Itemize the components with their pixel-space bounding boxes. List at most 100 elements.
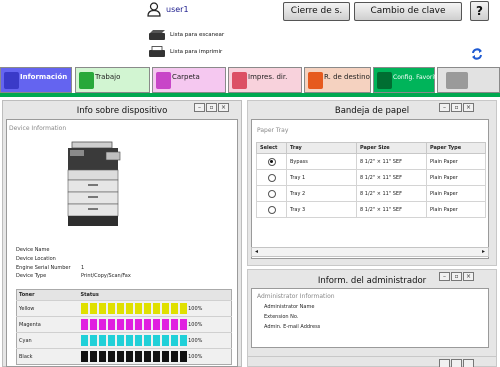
paper-type: Plain Paper (426, 185, 486, 202)
select-header: Select (256, 142, 287, 154)
job-icon (79, 72, 94, 89)
toner-segment (98, 319, 106, 330)
close-button[interactable]: × (218, 103, 229, 112)
tab-folder[interactable]: Carpeta (152, 67, 226, 93)
minimize-button[interactable]: – (439, 103, 450, 112)
table-row: Magenta 100% (16, 316, 232, 333)
tray-radio[interactable] (267, 205, 276, 214)
toner-segment (161, 303, 169, 314)
change-password-button[interactable]: Cambio de clave (354, 2, 462, 21)
toner-segment (116, 351, 124, 362)
restore-button[interactable]: ▫ (451, 103, 462, 112)
tab-destination[interactable]: R. de destino (304, 67, 371, 93)
toner-segment (125, 303, 133, 314)
toner-segment (161, 335, 169, 346)
minimize-button[interactable]: – (439, 272, 450, 281)
tray-radio[interactable] (267, 173, 276, 182)
device-location-label: Device Location (16, 256, 56, 262)
scan-status: Lista para escanear (170, 32, 225, 38)
device-window-controls: – ▫ × (193, 103, 229, 113)
tray-header-row: Select Tray Paper Size Paper Type (256, 142, 486, 154)
toner-header: Toner (16, 289, 79, 301)
tab-customize[interactable] (437, 67, 500, 93)
tab-label: Información (20, 73, 68, 81)
restore-button[interactable]: ▫ (206, 103, 217, 112)
paper-size: 8 1/2" × 11" SEF (356, 153, 427, 170)
paper-tray-section: Paper Tray (257, 127, 289, 134)
toner-segment (107, 319, 115, 330)
scroll-left-arrow[interactable]: ◂ (255, 248, 258, 255)
table-row: Tray 1 8 1/2" × 11" SEF Plain Paper (256, 169, 486, 186)
toner-segment (170, 319, 178, 330)
toner-segment (89, 351, 97, 362)
toner-segment (170, 335, 178, 346)
toner-segment (80, 303, 88, 314)
toner-segment (161, 319, 169, 330)
paper-size-header: Paper Size (356, 142, 427, 154)
table-row: Bypass 8 1/2" × 11" SEF Plain Paper (256, 153, 486, 170)
toner-segment (107, 335, 115, 346)
toner-segment (116, 319, 124, 330)
refresh-icon[interactable] (469, 46, 485, 62)
table-row: Black 100% (16, 348, 232, 365)
toner-percent: 100% (188, 354, 203, 360)
horizontal-scrollbar[interactable]: ◂ ▸ (251, 247, 489, 257)
tab-favorite-settings[interactable]: Config. Favorita (373, 67, 440, 93)
admin-window-controls: – ▫ × (438, 272, 474, 282)
toner-status: 100% (78, 332, 232, 349)
toner-segment (179, 335, 187, 346)
tray-name: Bypass (286, 153, 357, 170)
toner-segment (116, 303, 124, 314)
info-icon (4, 72, 19, 89)
tray-name: Tray 1 (286, 169, 357, 186)
restore-button[interactable] (451, 359, 462, 367)
table-row: Yellow 100% (16, 300, 232, 317)
table-row: Tray 2 8 1/2" × 11" SEF Plain Paper (256, 185, 486, 202)
toner-status: 100% (78, 300, 232, 317)
toner-name: Cyan (16, 332, 79, 349)
tab-job[interactable]: Trabajo (75, 67, 150, 93)
minimize-button[interactable]: – (194, 103, 205, 112)
paper-size: 8 1/2" × 11" SEF (356, 201, 427, 218)
tray-name: Tray 2 (286, 185, 357, 202)
toner-segment (80, 351, 88, 362)
toner-segment (179, 303, 187, 314)
toner-segment (134, 303, 142, 314)
tab-information[interactable]: Información (0, 67, 72, 93)
paper-type: Plain Paper (426, 169, 486, 186)
toner-segment (170, 303, 178, 314)
toner-segment (143, 335, 151, 346)
tray-radio[interactable] (267, 157, 276, 166)
select-cell (256, 153, 287, 170)
toner-segment (179, 351, 187, 362)
toner-percent: 100% (188, 338, 203, 344)
customize-icon (446, 72, 468, 89)
toner-percent: 100% (188, 322, 203, 328)
toner-segment (170, 351, 178, 362)
scanner-icon (149, 30, 165, 40)
paper-type: Plain Paper (426, 201, 486, 218)
extension-number-label: Extension No. (264, 314, 299, 320)
device-type-value: Print/Copy/Scan/Fax (81, 273, 131, 279)
close-button[interactable]: × (463, 272, 474, 281)
tray-radio[interactable] (267, 189, 276, 198)
close-button[interactable] (463, 359, 474, 367)
logout-button[interactable]: Cierre de s. (283, 2, 350, 21)
help-button[interactable]: ? (470, 1, 489, 21)
tab-label: Carpeta (172, 73, 200, 81)
toner-name: Magenta (16, 316, 79, 333)
close-button[interactable]: × (463, 103, 474, 112)
toner-segment (143, 303, 151, 314)
restore-button[interactable]: ▫ (451, 272, 462, 281)
admin-name-label: Administrator Name (264, 304, 315, 310)
toner-segment (107, 351, 115, 362)
tab-direct-print[interactable]: Impres. dir. (228, 67, 302, 93)
toner-name: Yellow (16, 300, 79, 317)
paper-type: Plain Paper (426, 153, 486, 170)
scroll-right-arrow[interactable]: ▸ (482, 248, 485, 255)
paper-window-controls: – ▫ × (438, 103, 474, 113)
toner-segment (179, 319, 187, 330)
minimize-button[interactable] (439, 359, 450, 367)
toner-segment (107, 303, 115, 314)
toner-segment (89, 303, 97, 314)
